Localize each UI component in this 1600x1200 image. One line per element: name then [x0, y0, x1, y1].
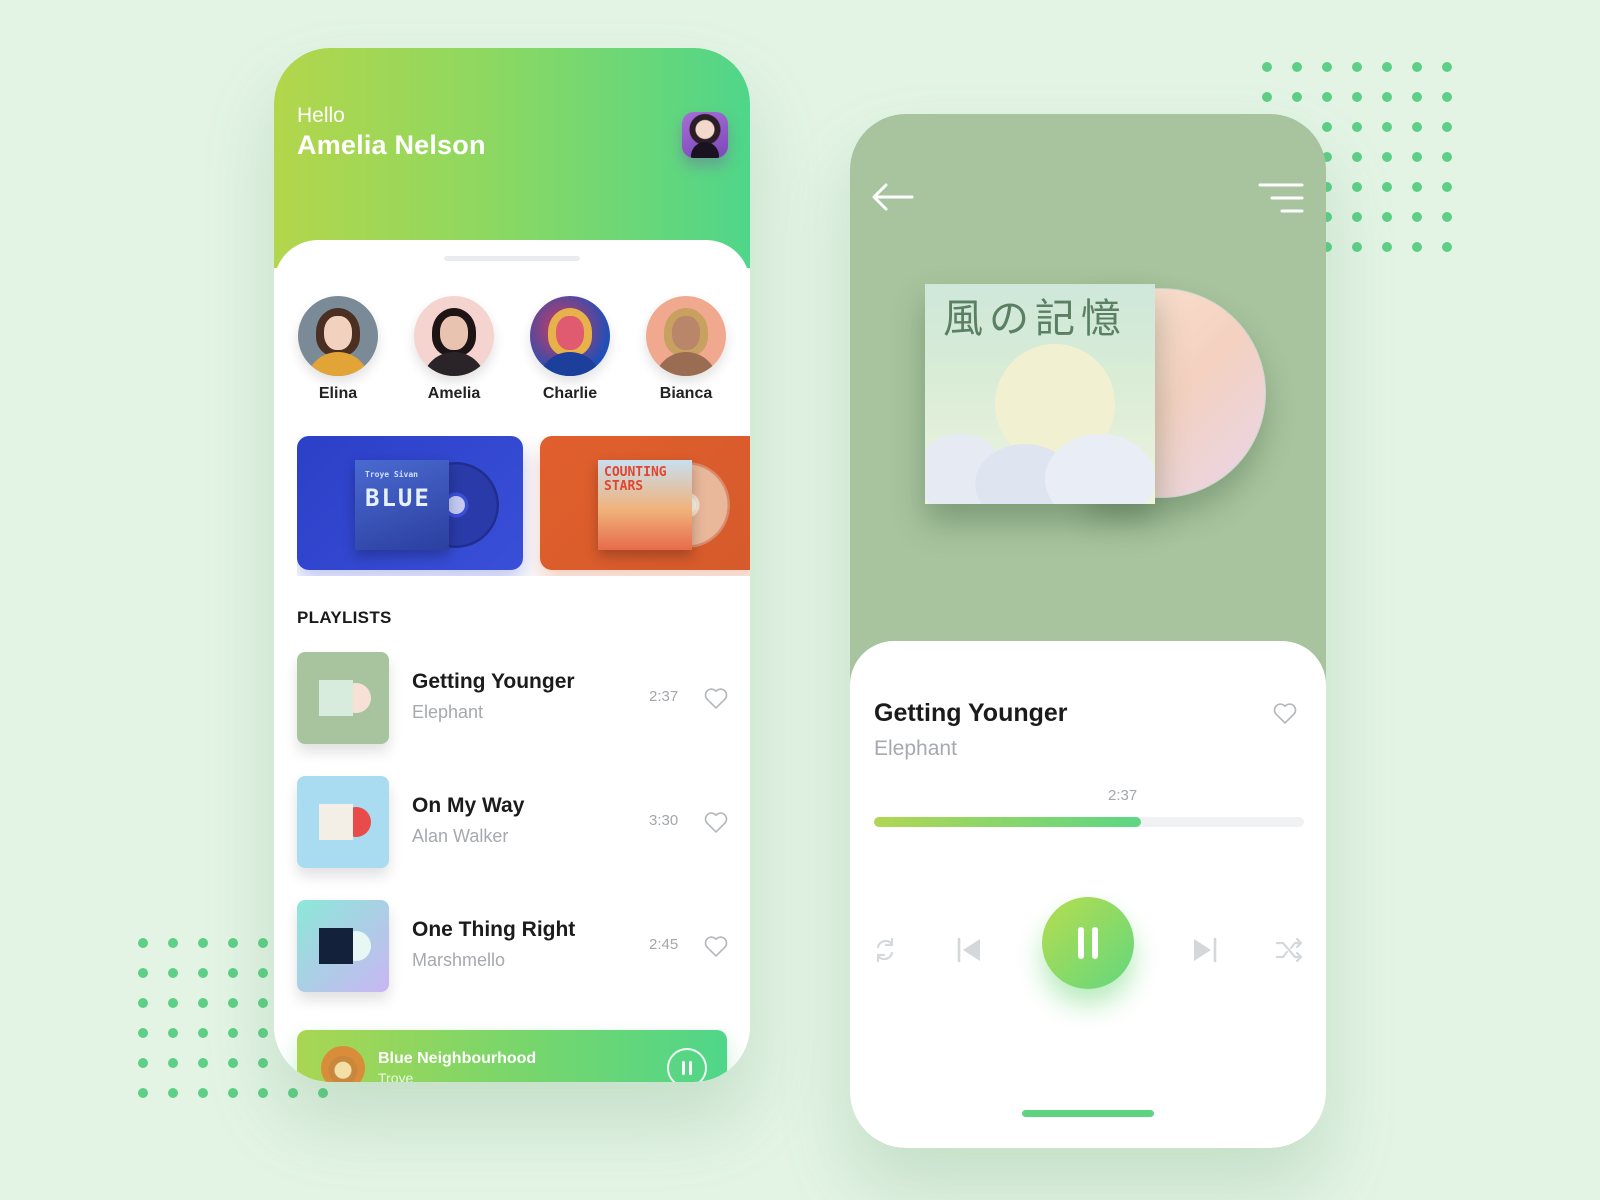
artist-item[interactable]: Charlie	[529, 296, 611, 403]
playlists-heading: PLAYLISTS	[297, 608, 392, 627]
skip-previous-icon[interactable]	[954, 935, 984, 965]
artist-name: Bianca	[659, 385, 713, 402]
repeat-icon[interactable]	[870, 935, 900, 965]
artist-avatar	[646, 296, 726, 376]
track-artwork	[297, 900, 389, 992]
elapsed-time: 2:37	[1108, 787, 1138, 804]
mini-player-artwork	[321, 1046, 365, 1082]
album-cover-artist: Troye Sivan	[365, 470, 418, 479]
track-title: One Thing Right	[412, 918, 576, 941]
mini-player-title: Blue Neighbourhood	[378, 1050, 537, 1067]
track-artist: Elephant	[412, 702, 484, 722]
shuffle-icon[interactable]	[1274, 935, 1304, 965]
home-indicator	[1022, 1110, 1154, 1117]
album-cover-title: 風の記憶	[943, 296, 1127, 342]
pause-icon[interactable]	[667, 1048, 707, 1082]
track-row[interactable]: One Thing Right Marshmello 2:45	[297, 900, 730, 1024]
artist-item[interactable]: Bianca	[645, 296, 727, 403]
skip-next-icon[interactable]	[1190, 935, 1220, 965]
user-name: Amelia Nelson	[297, 130, 486, 160]
mini-player-artist: Troye	[378, 1070, 414, 1082]
artist-avatar	[414, 296, 494, 376]
album-cover: 風の記憶	[925, 284, 1155, 504]
now-playing-artist: Elephant	[874, 737, 957, 760]
now-playing-title: Getting Younger	[874, 699, 1068, 727]
home-content: Elina Amelia Charlie Bianca Troye Sivan …	[274, 240, 750, 1082]
track-artist: Alan Walker	[412, 826, 509, 846]
menu-icon[interactable]	[1258, 182, 1304, 214]
heart-icon[interactable]	[702, 684, 730, 712]
home-screen: Hello Amelia Nelson Elina Amelia Charlie…	[274, 48, 750, 1082]
track-duration: 2:37	[649, 688, 679, 705]
home-header: Hello Amelia Nelson	[274, 48, 750, 268]
track-title: Getting Younger	[412, 670, 575, 693]
heart-icon[interactable]	[702, 932, 730, 960]
player-panel: Getting Younger Elephant 2:37	[850, 641, 1326, 1148]
track-artwork	[297, 652, 389, 744]
track-artist: Marshmello	[412, 950, 506, 970]
artist-name: Charlie	[542, 385, 598, 402]
track-duration: 2:45	[649, 936, 679, 953]
heart-icon[interactable]	[702, 808, 730, 836]
artist-item[interactable]: Amelia	[413, 296, 495, 403]
track-artwork	[297, 776, 389, 868]
progress-fill	[874, 817, 1141, 827]
greeting: Hello	[297, 104, 345, 127]
featured-album-card[interactable]: Troye Sivan BLUE	[297, 436, 523, 570]
artist-avatar	[298, 296, 378, 376]
now-playing-screen: 風の記憶 Getting Younger Elephant 2:37	[850, 114, 1326, 1148]
mini-player[interactable]: Blue Neighbourhood Troye	[297, 1030, 727, 1082]
artist-name: Amelia	[427, 385, 481, 402]
featured-album-card[interactable]: COUNTING STARS	[540, 436, 750, 570]
profile-avatar[interactable]	[682, 112, 728, 158]
arrow-left-icon[interactable]	[872, 182, 914, 212]
heart-icon[interactable]	[1271, 699, 1299, 727]
featured-album-carousel[interactable]: Troye Sivan BLUE COUNTING STARS	[297, 436, 750, 576]
track-title: On My Way	[412, 794, 525, 817]
album-cover-title: BLUE	[365, 484, 431, 512]
artist-avatar	[530, 296, 610, 376]
playback-controls	[850, 897, 1326, 997]
drag-handle[interactable]	[444, 256, 580, 261]
artist-list: Elina Amelia Charlie Bianca	[297, 296, 727, 403]
album-cover-title: COUNTING STARS	[604, 465, 667, 494]
track-row[interactable]: Getting Younger Elephant 2:37	[297, 652, 730, 776]
playlist-track-list: Getting Younger Elephant 2:37 On My Way …	[297, 652, 730, 1024]
track-row[interactable]: On My Way Alan Walker 3:30	[297, 776, 730, 900]
track-duration: 3:30	[649, 812, 679, 829]
artist-item[interactable]: Elina	[297, 296, 379, 403]
progress-bar[interactable]	[874, 817, 1304, 827]
artist-name: Elina	[318, 385, 358, 402]
pause-icon[interactable]	[1042, 897, 1134, 989]
